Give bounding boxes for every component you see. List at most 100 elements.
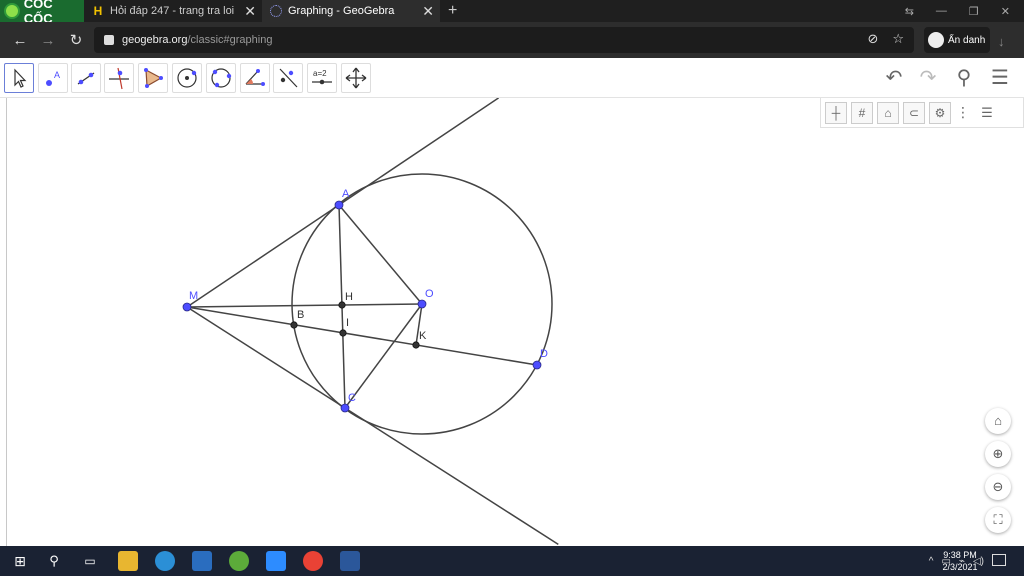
circle-center-tool-button[interactable] (172, 63, 202, 93)
point-A[interactable] (334, 200, 344, 210)
point-I[interactable] (339, 329, 347, 337)
close-tab-icon[interactable]: ✕ (422, 3, 434, 20)
task-view-icon[interactable]: ▭ (80, 551, 100, 571)
line-tool-button[interactable] (71, 63, 101, 93)
notification-icon[interactable] (992, 554, 1006, 566)
standard-view-button[interactable]: ⌂ (985, 408, 1011, 434)
back-icon[interactable]: ← (6, 32, 34, 49)
tangent-line-mc[interactable] (186, 306, 559, 545)
point-C[interactable] (340, 403, 350, 413)
point-label-A: A (342, 188, 350, 200)
word-icon[interactable] (340, 551, 360, 571)
undo-icon[interactable]: ↶ (882, 66, 906, 90)
slider-tool-button[interactable]: a=2 (307, 63, 337, 93)
point-O[interactable] (417, 299, 427, 309)
incognito-badge[interactable]: Ẩn danh (924, 27, 990, 53)
move-view-tool-button[interactable] (341, 63, 371, 93)
point-capture-icon[interactable]: ⊂ (903, 101, 925, 124)
close-tab-icon[interactable]: ✕ (244, 3, 256, 20)
tab-search-icon[interactable]: ⇆ (905, 5, 914, 18)
tab-geogebra[interactable]: Graphing - GeoGebra ✕ (262, 0, 440, 22)
clock-time: 9:38 PM (943, 550, 977, 560)
point-label-H: H (345, 291, 353, 303)
show-hidden-icons-icon[interactable]: ^ (929, 556, 934, 567)
point-tool-button[interactable]: A (38, 63, 68, 93)
tab-title: Graphing - GeoGebra (288, 5, 395, 17)
segment-ao[interactable] (338, 204, 423, 305)
reload-icon[interactable]: ↻ (62, 31, 90, 49)
incognito-icon (928, 32, 944, 48)
coccoc-taskbar-icon[interactable] (229, 551, 249, 571)
point-D[interactable] (532, 360, 542, 370)
home-view-icon[interactable]: ⌂ (877, 101, 899, 124)
point-M[interactable] (182, 302, 192, 312)
polygon-tool-button[interactable] (138, 63, 168, 93)
geogebra-favicon-icon (270, 5, 282, 17)
point-label-K: K (419, 330, 427, 342)
circle-three-points-tool-button[interactable] (206, 63, 236, 93)
zoom-out-button[interactable]: ⊖ (985, 474, 1011, 500)
geometry-shapes (186, 98, 559, 545)
graphics-view[interactable]: A M H O B I K D C (0, 98, 1024, 546)
restore-icon[interactable]: ❐ (969, 5, 979, 18)
h-favicon-icon: H (93, 4, 103, 18)
grid-toggle-icon[interactable]: # (851, 101, 873, 124)
zoom-in-button[interactable]: ⊕ (985, 441, 1011, 467)
point-K[interactable] (412, 341, 420, 349)
close-window-icon[interactable]: ✕ (1001, 5, 1010, 18)
axes-toggle-icon[interactable]: ┼ (825, 101, 847, 124)
fullscreen-button[interactable]: ⛶ (985, 507, 1011, 533)
eye-slash-icon[interactable]: ⊘ (867, 31, 878, 47)
store-icon[interactable] (192, 551, 212, 571)
geogebra-toolbar: A a=2 ↶ ↷ ⚲ ☰ (0, 58, 1024, 98)
reflect-tool-button[interactable] (273, 63, 303, 93)
address-bar-row: ← → ↻ geogebra.org/classic#graphing ⊘ ☆ … (0, 22, 1024, 58)
geometry-points: A M H O B I K D C (182, 188, 548, 413)
more-vertical-icon[interactable]: ⋮ (955, 104, 971, 121)
segment-mo[interactable] (186, 303, 423, 308)
toggle-style-bar-icon[interactable]: ☰ (975, 105, 999, 121)
arrow-cursor-icon (14, 68, 27, 88)
search-icon[interactable]: ⚲ (952, 66, 976, 90)
slider-label: a=2 (313, 69, 327, 78)
coccoc-menu-button[interactable]: CỐC CỐC (0, 0, 84, 26)
segment-oc[interactable] (344, 303, 423, 409)
forward-icon[interactable]: → (34, 32, 62, 49)
tab-hoidap[interactable]: H Hỏi đáp 247 - trang tra loi ✕ (84, 0, 262, 22)
perpendicular-tool-button[interactable] (104, 63, 134, 93)
taskbar-clock[interactable]: 9:38 PM 2/3/2021 (940, 549, 980, 573)
hamburger-menu-icon[interactable]: ☰ (988, 66, 1012, 90)
point-label-I: I (346, 317, 349, 329)
star-icon[interactable]: ☆ (892, 31, 904, 47)
url-input[interactable]: geogebra.org/classic#graphing ⊘ ☆ (94, 27, 914, 53)
settings-gear-icon[interactable]: ⚙ (929, 101, 951, 124)
point-label-M: M (189, 290, 198, 302)
redo-icon[interactable]: ↷ (916, 66, 940, 90)
window-controls: ⇆ — ❐ ✕ (905, 0, 1024, 22)
tab-title: Hỏi đáp 247 - trang tra loi (110, 5, 235, 17)
search-icon[interactable]: ⚲ (44, 551, 64, 571)
point-label-C: C (348, 392, 356, 404)
edge-icon[interactable] (155, 551, 175, 571)
url-path: /classic#graphing (187, 34, 273, 46)
move-tool-button[interactable] (4, 63, 34, 93)
point-B[interactable] (290, 321, 298, 329)
chrome-icon[interactable] (303, 551, 323, 571)
url-host: geogebra.org (122, 34, 188, 46)
perpendicular-line-icon (109, 67, 129, 90)
new-tab-button[interactable]: + (440, 2, 465, 20)
point-label-D: D (540, 348, 548, 360)
incognito-label: Ẩn danh (948, 34, 986, 46)
angle-tool-button[interactable] (240, 63, 270, 93)
tangent-line-ma[interactable] (186, 98, 500, 308)
windows-start-icon[interactable]: ⊞ (10, 551, 30, 571)
lock-icon (104, 35, 114, 45)
coccoc-logo-icon (4, 3, 20, 19)
file-explorer-icon[interactable] (118, 551, 138, 571)
svg-text:A: A (54, 70, 60, 80)
secant-line-md[interactable] (186, 306, 538, 366)
zoom-app-icon[interactable] (266, 551, 286, 571)
download-icon[interactable]: ↓ (998, 34, 1005, 49)
circle-three-points-icon (211, 68, 232, 88)
minimize-icon[interactable]: — (936, 5, 947, 17)
